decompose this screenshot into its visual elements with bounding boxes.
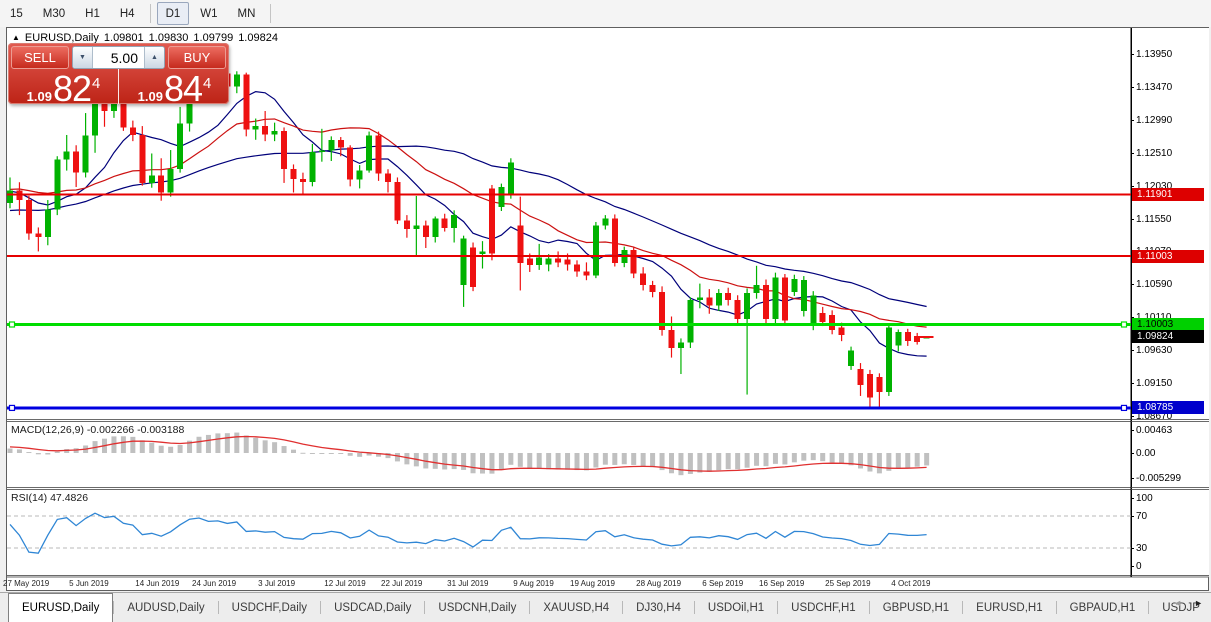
date-tick-label: 12 Jul 2019: [324, 579, 365, 588]
rsi-indicator-label: RSI(14) 47.4826: [11, 492, 88, 504]
chart-tab-XAUUSD,H4[interactable]: XAUUSD,H4: [530, 593, 622, 622]
level-price-tag: 1.08785: [1132, 401, 1204, 414]
rsi-tick-label: 70: [1136, 511, 1147, 522]
tab-scroll-right-icon[interactable]: ►: [1194, 598, 1203, 608]
chart-tab-GBPUSD,H1[interactable]: GBPUSD,H1: [870, 593, 962, 622]
date-tick-label: 6 Sep 2019: [702, 579, 743, 588]
rsi-tick-label: 30: [1136, 543, 1147, 554]
buy-price-display[interactable]: 1.09 84 4: [119, 69, 229, 104]
price-tick-label: 1.11550: [1136, 214, 1171, 225]
date-tick-label: 19 Aug 2019: [570, 579, 615, 588]
date-tick-label: 22 Jul 2019: [381, 579, 422, 588]
price-tick-label: 1.13470: [1136, 82, 1172, 93]
axis-tick-mark: [1131, 566, 1134, 567]
axis-tick-mark: [1131, 219, 1134, 220]
sell-price-big: 82: [53, 71, 91, 107]
sell-price-prefix: 1.09: [27, 89, 52, 104]
axis-tick-mark: [1131, 350, 1134, 351]
volume-input[interactable]: [93, 47, 144, 68]
current-price-tag: 1.09824: [1132, 330, 1204, 343]
level-price-tag: 1.11901: [1132, 188, 1204, 201]
volume-decrease-button[interactable]: ▼: [73, 47, 93, 68]
chart-tab-USDCHF,Daily[interactable]: USDCHF,Daily: [219, 593, 320, 622]
date-tick-label: 28 Aug 2019: [636, 579, 681, 588]
chart-tab-bar: EURUSD,DailyAUDUSD,DailyUSDCHF,DailyUSDC…: [0, 592, 1211, 622]
one-click-trade-panel: SELL ▼ ▲ BUY 1.09 82 4 1.09 84 4: [8, 43, 229, 104]
axis-tick-mark: [1131, 453, 1134, 454]
axis-tick-mark: [1131, 516, 1134, 517]
rsi-tick-label: 0: [1136, 561, 1142, 572]
axis-tick-mark: [1131, 120, 1134, 121]
buy-price-prefix: 1.09: [138, 89, 163, 104]
macd-tick-label: 0.00: [1136, 448, 1155, 459]
axis-tick-mark: [1131, 498, 1134, 499]
buy-price-sup: 4: [203, 75, 211, 92]
date-tick-label: 5 Jun 2019: [69, 579, 109, 588]
date-tick-label: 31 Jul 2019: [447, 579, 488, 588]
volume-increase-button[interactable]: ▲: [144, 47, 164, 68]
date-tick-label: 14 Jun 2019: [135, 579, 179, 588]
buy-button[interactable]: BUY: [168, 46, 226, 69]
sell-price-display[interactable]: 1.09 82 4: [8, 69, 119, 104]
macd-tick-label: 0.00463: [1136, 425, 1172, 436]
axis-tick-mark: [1131, 478, 1134, 479]
ohlc-close: 1.09824: [238, 32, 278, 44]
date-tick-label: 25 Sep 2019: [825, 579, 870, 588]
axis-tick-mark: [1131, 87, 1134, 88]
price-tick-label: 1.10590: [1136, 279, 1172, 290]
chart-tab-DJ30,H4[interactable]: DJ30,H4: [623, 593, 694, 622]
axis-tick-mark: [1131, 548, 1134, 549]
price-tick-label: 1.12510: [1136, 148, 1172, 159]
axis-tick-mark: [1131, 430, 1134, 431]
mt4-terminal: { "toolbar":{ "timeframes":[ {"label":"1…: [0, 0, 1211, 622]
date-tick-label: 24 Jun 2019: [192, 579, 236, 588]
chart-tab-EURUSD,Daily[interactable]: EURUSD,Daily: [8, 593, 113, 622]
date-tick-label: 27 May 2019: [3, 579, 49, 588]
buy-price-big: 84: [164, 71, 202, 107]
chart-tab-USDCAD,Daily[interactable]: USDCAD,Daily: [321, 593, 424, 622]
chart-tab-USDCNH,Daily[interactable]: USDCNH,Daily: [425, 593, 529, 622]
date-tick-label: 3 Jul 2019: [258, 579, 295, 588]
axis-tick-mark: [1131, 54, 1134, 55]
chart-tab-USDCHF,H1[interactable]: USDCHF,H1: [778, 593, 869, 622]
axis-tick-mark: [1131, 153, 1134, 154]
sell-price-sup: 4: [92, 75, 100, 92]
chart-tab-USDOil,H1[interactable]: USDOil,H1: [695, 593, 777, 622]
chart-tab-GBPAUD,H1[interactable]: GBPAUD,H1: [1057, 593, 1149, 622]
sell-button[interactable]: SELL: [11, 46, 69, 69]
level-price-tag: 1.11003: [1132, 250, 1204, 263]
symbol-dropdown-icon[interactable]: ▲: [12, 33, 20, 42]
macd-indicator-label: MACD(12,26,9) -0.002266 -0.003188: [11, 424, 184, 436]
price-tick-label: 1.09150: [1136, 378, 1172, 389]
axis-tick-mark: [1131, 284, 1134, 285]
rsi-tick-label: 100: [1136, 493, 1153, 504]
axis-tick-mark: [1131, 383, 1134, 384]
date-tick-label: 16 Sep 2019: [759, 579, 804, 588]
axis-tick-mark: [1131, 186, 1134, 187]
tab-scroll-arrows: ◄ ►: [1173, 598, 1203, 608]
price-tick-label: 1.12990: [1136, 115, 1172, 126]
chart-tab-EURUSD,H1[interactable]: EURUSD,H1: [963, 593, 1055, 622]
macd-tick-label: -0.005299: [1136, 473, 1181, 484]
tab-scroll-left-icon[interactable]: ◄: [1173, 598, 1182, 608]
date-tick-label: 4 Oct 2019: [891, 579, 930, 588]
axis-tick-mark: [1131, 416, 1134, 417]
price-tick-label: 1.13950: [1136, 49, 1172, 60]
volume-stepper: ▼ ▲: [72, 46, 165, 69]
date-tick-label: 9 Aug 2019: [513, 579, 553, 588]
chart-tab-AUDUSD,Daily[interactable]: AUDUSD,Daily: [114, 593, 217, 622]
level-price-tag: 1.10003: [1132, 318, 1204, 331]
price-tick-label: 1.09630: [1136, 345, 1172, 356]
